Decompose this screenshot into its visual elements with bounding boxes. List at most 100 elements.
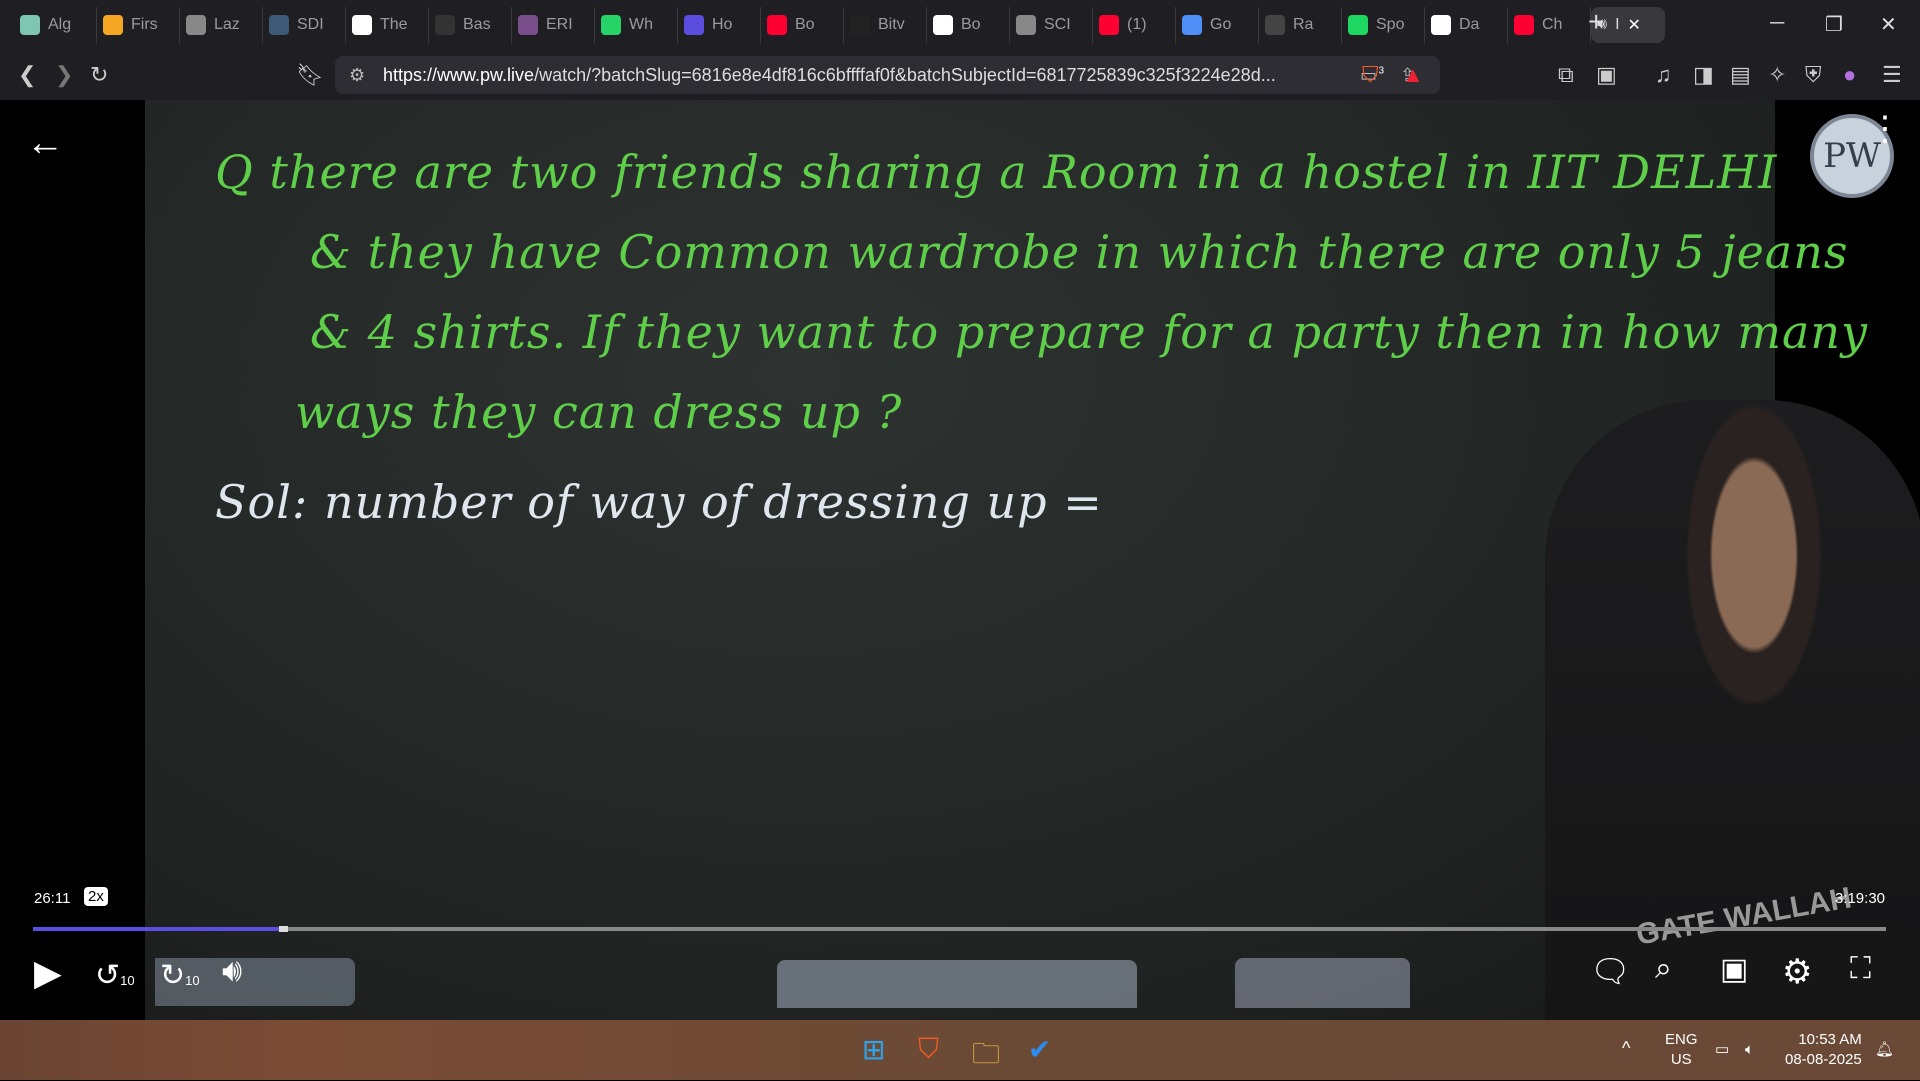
region: US bbox=[1670, 1051, 1692, 1068]
windows-start-icon[interactable]: ⊞ bbox=[862, 1033, 885, 1066]
sdl-icon bbox=[269, 15, 289, 35]
tab-label: SDI bbox=[297, 16, 324, 33]
brave-rewards-icon[interactable]: ▲ bbox=[1402, 62, 1424, 88]
restore-button[interactable]: ❐ bbox=[1825, 12, 1843, 37]
tab-label: Spo bbox=[1376, 16, 1405, 33]
bookmark-icon[interactable]: 🔖︎ bbox=[296, 62, 324, 88]
question-line-2: & they have Common wardrobe in which the… bbox=[310, 225, 1849, 279]
forward-button[interactable]: ❯ bbox=[55, 62, 73, 88]
tab-label: Bo bbox=[961, 16, 981, 33]
vpn-icon[interactable]: ⛨ bbox=[1805, 62, 1822, 88]
browser-tab[interactable]: Ho bbox=[678, 7, 761, 43]
brave-taskbar-icon[interactable]: ⛉ bbox=[918, 1033, 939, 1066]
browser-tab[interactable]: Bo bbox=[761, 7, 844, 43]
question-line-1: Q there are two friends sharing a Room i… bbox=[215, 145, 1778, 199]
browser-tab[interactable]: Firs bbox=[97, 7, 180, 43]
browser-tab[interactable]: The bbox=[346, 7, 429, 43]
browser-tab[interactable]: SDI bbox=[263, 7, 346, 43]
spotify-icon bbox=[1348, 15, 1368, 35]
language-indicator[interactable]: ENG US bbox=[1665, 1030, 1698, 1070]
browser-tab[interactable]: (1) bbox=[1093, 7, 1176, 43]
tab-label: (1) bbox=[1127, 16, 1147, 33]
todo-icon[interactable]: ✔ bbox=[1028, 1033, 1051, 1066]
new-tab-button[interactable]: + bbox=[1588, 6, 1604, 38]
seek-thumb[interactable] bbox=[279, 926, 289, 932]
notification-bell-icon[interactable]: 🔔︎ bbox=[1875, 1040, 1894, 1060]
browser-tab[interactable]: Alg bbox=[14, 7, 97, 43]
more-options-icon[interactable]: ⋮ bbox=[1868, 112, 1902, 146]
tab-label: Da bbox=[1459, 16, 1480, 33]
play-button[interactable]: ▶ bbox=[34, 952, 62, 994]
whatsapp-icon bbox=[601, 15, 621, 35]
tab-label: Ch bbox=[1542, 16, 1563, 33]
bookmark-icon bbox=[684, 15, 704, 35]
menu-icon[interactable]: ☰ bbox=[1882, 62, 1902, 88]
w3-icon bbox=[352, 15, 372, 35]
settings-icon[interactable]: ⚙ bbox=[1782, 952, 1812, 992]
leo-icon[interactable]: ✧ bbox=[1768, 62, 1786, 88]
youtube-icon bbox=[1099, 15, 1119, 35]
rewind-10-button[interactable]: ↺10 bbox=[95, 958, 135, 993]
video-player[interactable]: Q there are two friends sharing a Room i… bbox=[0, 100, 1920, 1020]
sidebar-icon[interactable]: ◨ bbox=[1693, 62, 1714, 88]
playback-speed-badge[interactable]: 2x bbox=[84, 887, 108, 906]
translate-icon[interactable]: ⌕ bbox=[1655, 952, 1672, 986]
monitor-icon bbox=[20, 15, 40, 35]
youtube-icon bbox=[1514, 15, 1534, 35]
site-settings-icon[interactable]: ⚙ bbox=[349, 65, 365, 86]
browser-tab[interactable]: Go bbox=[1176, 7, 1259, 43]
network-icon[interactable]: ▭ bbox=[1715, 1040, 1729, 1060]
markdown-icon bbox=[435, 15, 455, 35]
tab-label: ERI bbox=[546, 16, 573, 33]
seek-bar[interactable] bbox=[33, 926, 1886, 932]
browser-tab[interactable]: SCI bbox=[1010, 7, 1093, 43]
file-explorer-icon[interactable]: 🗀︎ bbox=[972, 1033, 1000, 1081]
profile-icon[interactable]: ● bbox=[1843, 62, 1856, 88]
browser-tab[interactable]: Laz bbox=[180, 7, 263, 43]
browser-tab[interactable]: Bitv bbox=[844, 7, 927, 43]
volume-button[interactable]: 🔊︎ bbox=[222, 952, 242, 990]
extensions-icon[interactable]: ⧉ bbox=[1558, 62, 1574, 88]
browser-tab[interactable]: Ra bbox=[1259, 7, 1342, 43]
tab-label: SCI bbox=[1044, 16, 1071, 33]
brave-shield-icon[interactable]: ⛉3 bbox=[1362, 62, 1384, 88]
reader-icon[interactable]: ▣ bbox=[1596, 62, 1617, 88]
browser-tab[interactable]: Spo bbox=[1342, 7, 1425, 43]
browser-tab[interactable]: Wh bbox=[595, 7, 678, 43]
browser-tab[interactable]: Da bbox=[1425, 7, 1508, 43]
whiteboard: Q there are two friends sharing a Room i… bbox=[145, 100, 1920, 1020]
back-arrow-icon[interactable]: ← bbox=[26, 122, 64, 165]
address-bar: ❮ ❯ ↻ 🔖︎ ⚙ https://www.pw.live/watch/?ba… bbox=[0, 50, 1920, 100]
back-button[interactable]: ❮ bbox=[18, 62, 36, 88]
total-time: 3:19:30 bbox=[1834, 890, 1885, 907]
close-tab-icon[interactable]: ✕ bbox=[1628, 15, 1641, 35]
tab-label: The bbox=[380, 16, 408, 33]
picture-in-picture-icon[interactable]: ▣ bbox=[1720, 952, 1748, 987]
url-path: /watch/?batchSlug=6816e8e4df816c6bffffaf… bbox=[534, 64, 1276, 85]
wallet-icon[interactable]: ▤ bbox=[1730, 62, 1751, 88]
tray-chevron-icon[interactable]: ^ bbox=[1622, 1038, 1630, 1058]
browser-tab[interactable]: Bas bbox=[429, 7, 512, 43]
browser-tab[interactable]: Ch bbox=[1508, 7, 1591, 43]
chat-icon[interactable]: 🗨︎ bbox=[1590, 952, 1631, 990]
reload-button[interactable]: ↻ bbox=[90, 62, 108, 88]
clock-date: 08-08-2025 bbox=[1785, 1051, 1862, 1068]
url-input[interactable]: ⚙ https://www.pw.live/watch/?batchSlug=6… bbox=[335, 56, 1440, 94]
browser-tab[interactable]: ERI bbox=[512, 7, 595, 43]
minimize-button[interactable]: ─ bbox=[1770, 12, 1784, 35]
solution-line: Sol: number of way of dressing up = bbox=[215, 475, 1103, 529]
close-window-button[interactable]: ✕ bbox=[1880, 12, 1897, 37]
wikipedia-icon bbox=[1431, 15, 1451, 35]
browser-tab[interactable]: Bo bbox=[927, 7, 1010, 43]
forward-10-button[interactable]: ↻10 bbox=[160, 958, 200, 993]
tab-label: Wh bbox=[629, 16, 653, 33]
clock[interactable]: 10:53 AM 08-08-2025 bbox=[1785, 1030, 1862, 1070]
clock-time: 10:53 AM bbox=[1798, 1031, 1862, 1048]
media-icon[interactable]: ♫ bbox=[1655, 62, 1672, 88]
tab-label: Ra bbox=[1293, 16, 1314, 33]
fullscreen-icon[interactable]: ⛶ bbox=[1850, 952, 1871, 986]
globe-icon bbox=[1016, 15, 1036, 35]
openai-icon bbox=[1265, 15, 1285, 35]
shield-count: 3 bbox=[1378, 65, 1385, 77]
volume-tray-icon[interactable]: 🔈︎ bbox=[1745, 1040, 1754, 1060]
